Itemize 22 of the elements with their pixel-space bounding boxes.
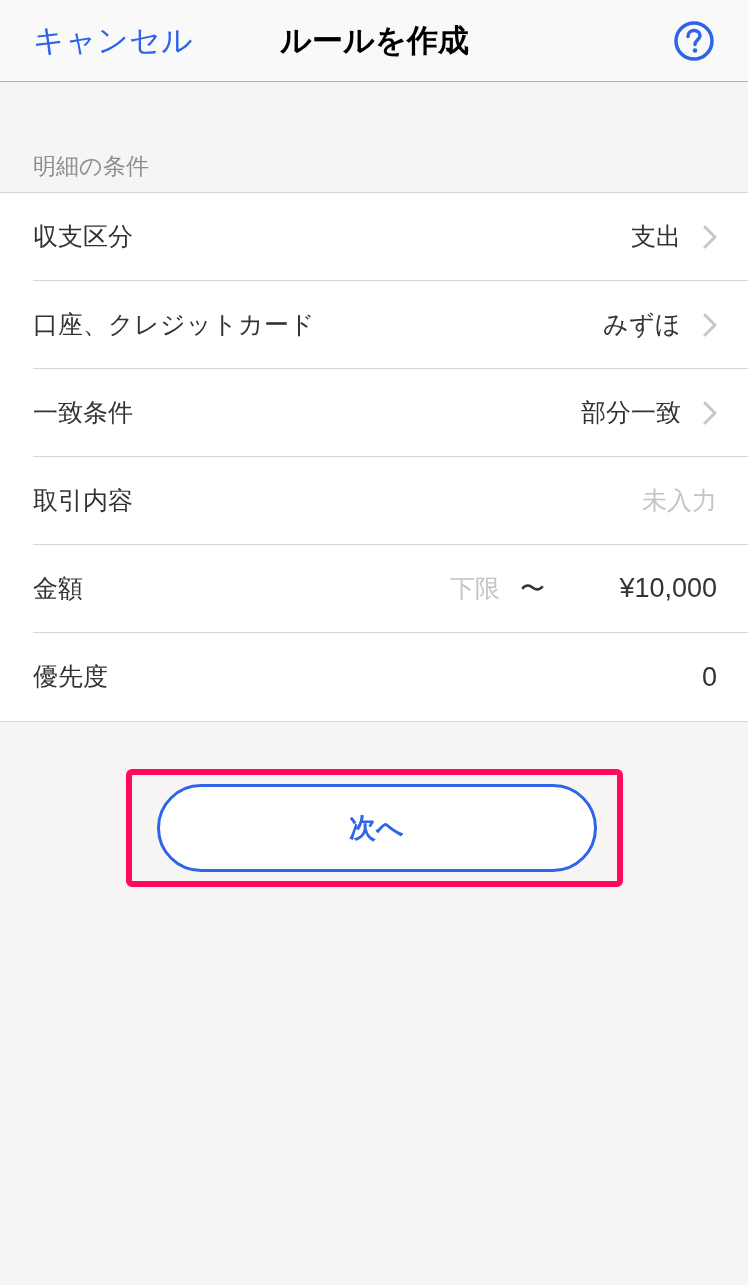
row-value: 支出: [631, 220, 681, 252]
section-header: 明細の条件: [33, 155, 149, 178]
max-amount-value[interactable]: ¥10,000: [619, 568, 717, 609]
row-label: 取引内容: [33, 484, 133, 516]
next-button[interactable]: 次へ: [156, 784, 597, 872]
row-value: みずほ: [603, 308, 681, 340]
chevron-right-icon: [703, 312, 717, 337]
row-label: 口座、クレジットカード: [33, 308, 315, 340]
row-value: 0: [701, 660, 717, 694]
row-label: 一致条件: [33, 396, 133, 428]
min-amount-field[interactable]: 下限: [380, 569, 501, 608]
range-separator: 〜: [520, 572, 546, 604]
input-field[interactable]: 未入力: [497, 481, 717, 520]
row-label: 優先度: [33, 661, 108, 693]
screen-title: ルールを作成: [279, 25, 469, 56]
chevron-right-icon: [703, 224, 717, 249]
chevron-right-icon: [703, 400, 717, 425]
row-label: 金額: [33, 572, 83, 604]
help-icon[interactable]: [674, 20, 714, 61]
row-value: 部分一致: [581, 396, 681, 428]
cancel-button[interactable]: キャンセル: [33, 25, 193, 56]
row-label: 収支区分: [33, 220, 133, 252]
